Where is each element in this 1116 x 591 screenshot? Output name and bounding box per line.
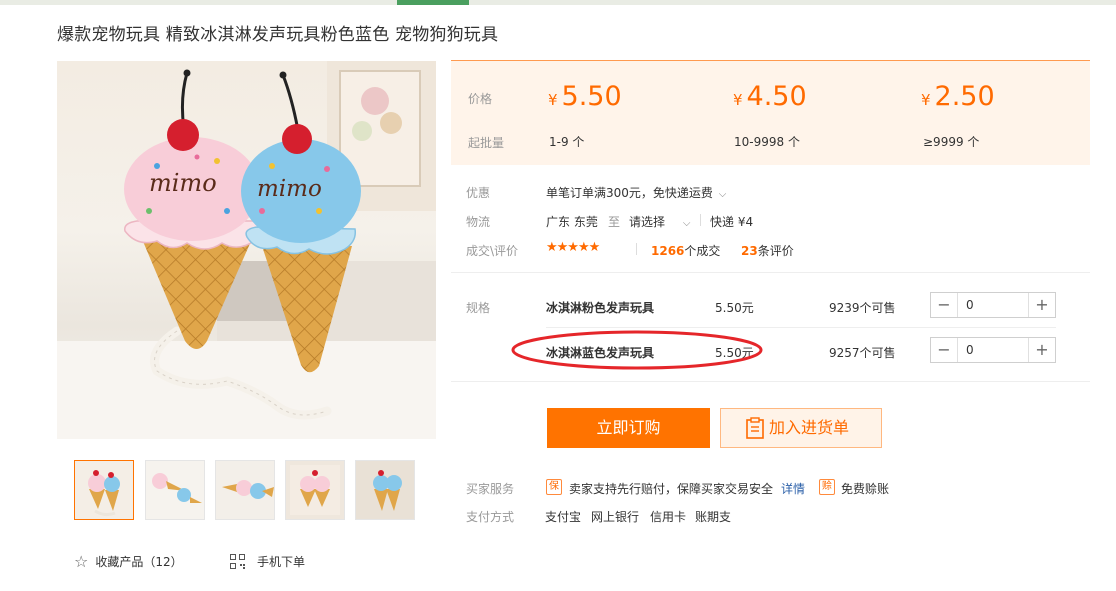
spec-stock: 9257个可售 — [829, 346, 896, 360]
decrement-button[interactable]: − — [931, 293, 958, 317]
thumbnail-2[interactable] — [145, 460, 205, 520]
quantity-stepper: − + — [930, 337, 1056, 363]
decrement-button[interactable]: − — [931, 338, 958, 362]
thumbnail-3[interactable] — [215, 460, 275, 520]
guarantee-icon: 保 — [546, 479, 562, 495]
favorite-product[interactable]: ☆ 收藏产品（12） — [74, 553, 183, 570]
section-divider — [451, 381, 1090, 382]
free-credit-text: 免费赊账 — [841, 482, 890, 496]
spec-name: 冰淇淋粉色发声玩具 — [546, 301, 655, 315]
product-title: 爆款宠物玩具 精致冰淇淋发声玩具粉色蓝色 宠物狗狗玩具 — [57, 25, 499, 45]
thumbnail-image — [286, 461, 344, 519]
mobile-order-label: 手机下单 — [257, 555, 306, 569]
thumbnail-1[interactable] — [74, 460, 134, 520]
add-to-cart-label: 加入进货单 — [769, 418, 850, 437]
logistics-label: 物流 — [466, 215, 491, 229]
reviews-count[interactable]: 23条评价 — [741, 242, 794, 259]
guarantee-text: 卖家支持先行赔付，保障买家交易安全 — [569, 482, 774, 496]
details-link[interactable]: 详情 — [781, 480, 805, 497]
price-panel: 价格 起批量 ¥5.50 ¥4.50 ¥2.50 1-9 个 10-9998 个… — [451, 60, 1090, 165]
price-tier-2: ¥4.50 — [733, 81, 807, 112]
row-divider — [546, 327, 1056, 328]
increment-button[interactable]: + — [1028, 293, 1055, 317]
quantity-input[interactable] — [958, 338, 1036, 362]
separator — [700, 214, 701, 226]
qty-tier-1: 1-9 个 — [549, 135, 585, 149]
promo-text[interactable]: 单笔订单满300元，免快递运费 ⌵ — [546, 184, 726, 201]
payment-label: 支付方式 — [466, 510, 515, 524]
credit-icon: 赊 — [819, 479, 835, 495]
star-outline-icon: ☆ — [74, 551, 89, 571]
clipboard-icon — [746, 417, 764, 439]
shipping-to: 至 — [608, 215, 621, 229]
price-tier-3: ¥2.50 — [921, 81, 995, 112]
spec-name: 冰淇淋蓝色发声玩具 — [546, 346, 655, 360]
service-label: 买家服务 — [466, 482, 515, 496]
top-nav-tab[interactable] — [397, 0, 469, 5]
main-product-image[interactable]: mimo mimo — [57, 61, 436, 439]
thumbnail-image — [146, 461, 204, 519]
qty-tier-2: 10-9998 个 — [734, 135, 800, 149]
chevron-down-icon: ⌵ — [718, 189, 727, 200]
blue-mimo-text: mimo — [257, 176, 322, 202]
spec-price: 5.50元 — [715, 301, 754, 315]
mobile-order[interactable]: 手机下单 — [230, 553, 305, 570]
add-to-cart-button[interactable]: 加入进货单 — [720, 408, 882, 448]
shipping-origin: 广东 东莞 — [546, 215, 598, 229]
order-now-button[interactable]: 立即订购 — [547, 408, 710, 448]
spec-stock: 9239个可售 — [829, 301, 896, 315]
payment-method: 账期支 — [695, 510, 732, 524]
thumbnail-4[interactable] — [285, 460, 345, 520]
deals-count[interactable]: 1266个成交 — [651, 242, 720, 259]
qr-code-icon — [230, 554, 245, 569]
promo-label: 优惠 — [466, 186, 491, 200]
shipping-fee: 快递 ¥4 — [710, 215, 754, 229]
deals-label: 成交\评价 — [466, 244, 519, 258]
quantity-input[interactable] — [958, 293, 1036, 317]
chevron-down-icon: ⌵ — [682, 218, 691, 229]
pink-mimo-text: mimo — [149, 169, 217, 197]
price-tier-1: ¥5.50 — [548, 81, 622, 112]
ice-cream-toys-illustration: mimo mimo — [57, 61, 436, 439]
moq-label: 起批量 — [468, 136, 505, 150]
spec-price: 5.50元 — [715, 346, 754, 360]
thumbnail-image — [216, 461, 274, 519]
top-strip — [0, 0, 1116, 5]
thumbnail-image — [75, 461, 133, 519]
destination-select[interactable]: 请选择 ⌵ — [629, 213, 690, 230]
thumbnail-5[interactable] — [355, 460, 415, 520]
rating-stars: ★★★★★ — [546, 240, 600, 255]
price-label: 价格 — [468, 92, 493, 106]
payment-method: 信用卡 — [650, 510, 687, 524]
spec-label: 规格 — [466, 301, 491, 315]
increment-button[interactable]: + — [1028, 338, 1055, 362]
favorite-label: 收藏产品（12） — [95, 555, 183, 569]
thumbnail-image — [356, 461, 414, 519]
section-divider — [451, 272, 1090, 273]
payment-method: 网上银行 — [591, 510, 640, 524]
qty-tier-3: ≥9999 个 — [923, 135, 980, 149]
quantity-stepper: − + — [930, 292, 1056, 318]
separator — [636, 243, 637, 255]
payment-method: 支付宝 — [545, 510, 582, 524]
